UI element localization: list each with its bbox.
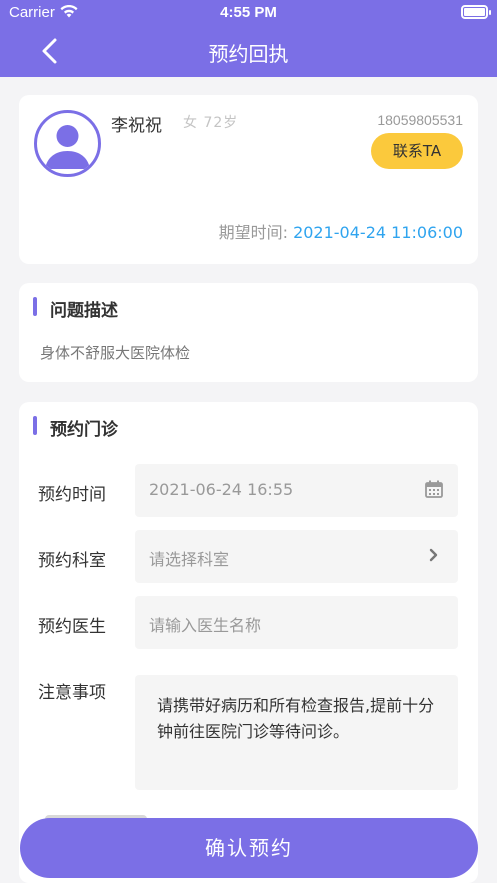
contact-button[interactable]: 联系TA xyxy=(371,133,463,169)
department-placeholder: 请选择科室 xyxy=(149,550,230,569)
doctor-placeholder: 请输入医生名称 xyxy=(149,616,262,635)
patient-meta: 女 72岁 xyxy=(183,112,238,132)
confirm-button[interactable]: 确认预约 xyxy=(20,818,478,878)
appointment-time-label: 预约时间 xyxy=(38,485,106,505)
expected-time: 期望时间: 2021-04-24 11:06:00 xyxy=(219,219,463,243)
top-bar: Carrier 4:55 PM 预约回执 xyxy=(0,0,497,77)
appointment-section-title: 预约门诊 xyxy=(50,420,118,440)
problem-section-title: 问题描述 xyxy=(50,301,118,321)
expected-time-value: 2021-04-24 11:06:00 xyxy=(293,223,463,242)
department-label: 预约科室 xyxy=(38,551,106,571)
section-accent-bar xyxy=(33,416,37,435)
patient-name: 李祝祝 xyxy=(111,116,162,136)
section-accent-bar xyxy=(33,297,37,316)
doctor-label: 预约医生 xyxy=(38,617,106,637)
clock: 4:55 PM xyxy=(220,4,277,21)
appointment-time-value: 2021-06-24 16:55 xyxy=(149,480,294,499)
appointment-time-field[interactable]: 2021-06-24 16:55 xyxy=(135,464,458,517)
battery-icon xyxy=(461,5,491,19)
problem-description: 身体不舒服大医院体检 xyxy=(40,344,191,362)
patient-gender: 女 xyxy=(183,115,198,131)
calendar-icon[interactable] xyxy=(424,479,444,499)
status-bar: Carrier 4:55 PM xyxy=(0,0,497,26)
chevron-right-icon xyxy=(424,545,444,565)
patient-phone: 18059805531 xyxy=(377,112,463,128)
department-select[interactable]: 请选择科室 xyxy=(135,530,458,583)
problem-card: 问题描述 身体不舒服大医院体检 xyxy=(19,283,478,382)
expected-time-label: 期望时间: xyxy=(218,223,288,242)
notes-textarea[interactable]: 请携带好病历和所有检查报告,提前十分钟前往医院门诊等待问诊。 xyxy=(135,675,458,790)
doctor-input[interactable]: 请输入医生名称 xyxy=(135,596,458,649)
page-title: 预约回执 xyxy=(208,42,289,66)
patient-card: 李祝祝 女 72岁 18059805531 联系TA 期望时间: 2021-04… xyxy=(19,95,478,264)
notes-label: 注意事项 xyxy=(38,683,106,703)
avatar-icon xyxy=(34,110,101,177)
patient-age: 72岁 xyxy=(203,115,239,131)
appointment-card: 预约门诊 预约时间 2021-06-24 16:55 预约科室 请选择科室 预约… xyxy=(19,402,478,883)
